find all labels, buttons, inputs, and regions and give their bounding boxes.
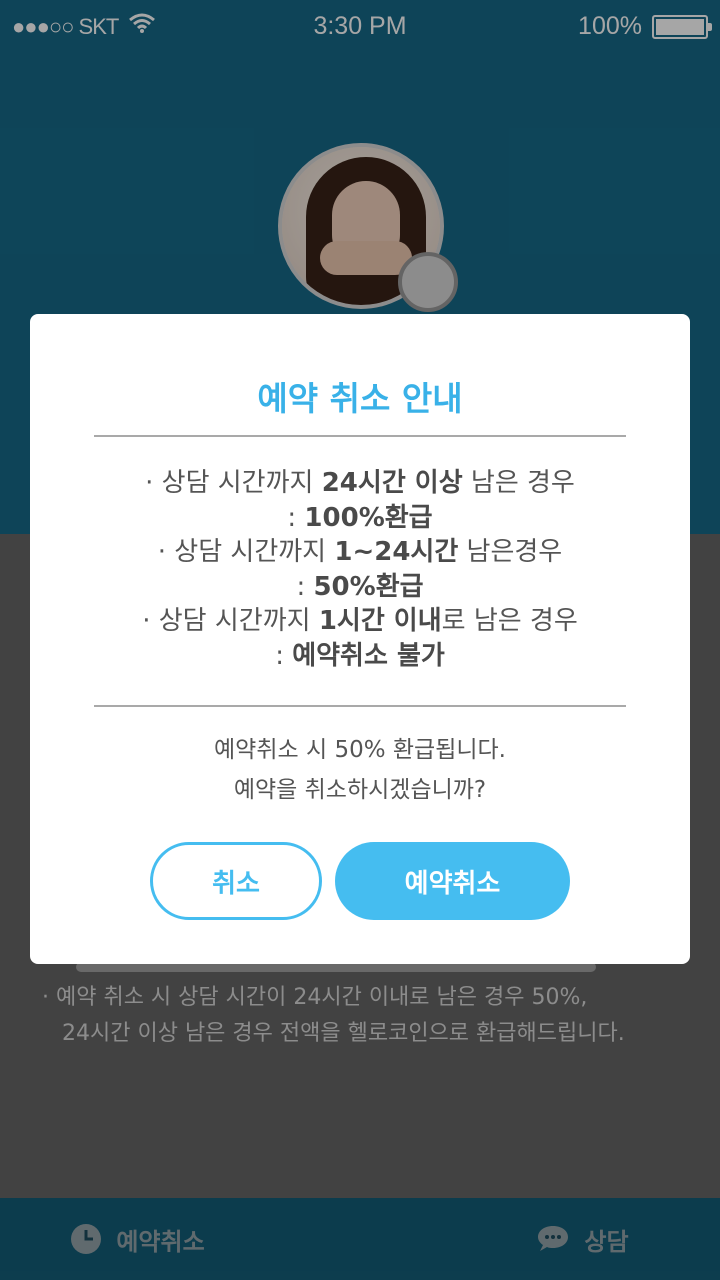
message-line-1: 예약취소 시 50% 환급됩니다. bbox=[214, 737, 506, 763]
rule-2-result: : 50%환급 bbox=[296, 571, 424, 602]
message-line-2: 예약을 취소하시겠습니까? bbox=[233, 777, 487, 803]
cancel-button[interactable]: 취소 bbox=[150, 842, 322, 920]
rule-3-result: : 예약취소 불가 bbox=[275, 640, 445, 671]
rule-1: · 상담 시간까지 24시간 이상 남은 경우 bbox=[145, 468, 575, 498]
dialog-title: 예약 취소 안내 bbox=[0, 372, 720, 420]
top-divider bbox=[94, 435, 626, 437]
confirm-cancel-reservation-button[interactable]: 예약취소 bbox=[335, 842, 570, 920]
rule-1-result: : 100%환급 bbox=[287, 502, 433, 533]
bottom-divider bbox=[94, 705, 626, 707]
rule-2: · 상담 시간까지 1~24시간 남은경우 bbox=[157, 537, 563, 567]
refund-rules: · 상담 시간까지 24시간 이상 남은 경우 : 100%환급 · 상담 시간… bbox=[0, 466, 720, 673]
dialog-title-text: 예약 취소 안내 bbox=[257, 379, 463, 418]
rule-3: · 상담 시간까지 1시간 이내로 남은 경우 bbox=[142, 606, 578, 636]
confirm-message: 예약취소 시 50% 환급됩니다. 예약을 취소하시겠습니까? bbox=[0, 730, 720, 810]
